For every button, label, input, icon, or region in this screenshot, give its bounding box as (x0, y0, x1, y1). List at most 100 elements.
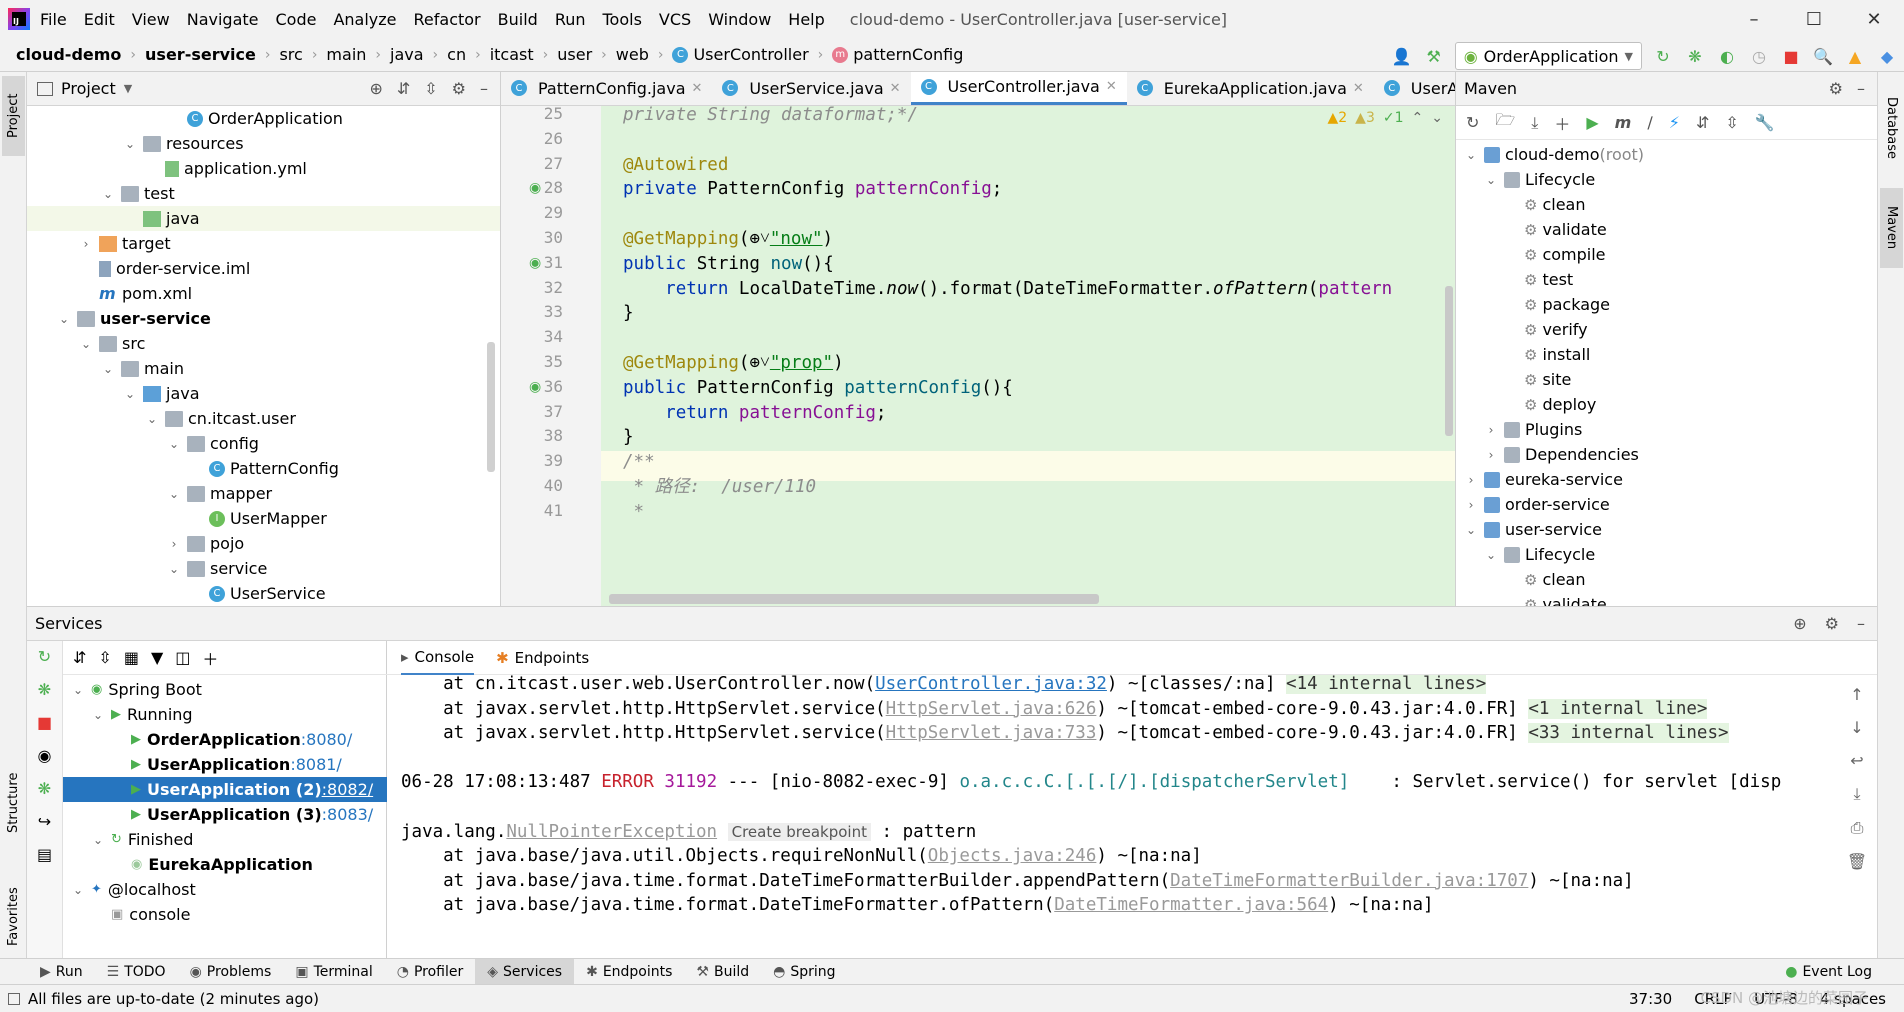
maven-tree-row[interactable]: › order-service (1456, 492, 1877, 517)
menu-run[interactable]: Run (555, 10, 586, 29)
minimize-button[interactable]: – (1724, 0, 1784, 38)
chevron-right-icon[interactable]: › (79, 237, 93, 251)
breadcrumb-item[interactable]: itcast (490, 45, 534, 64)
lightning-icon[interactable]: ⚡ (1669, 113, 1680, 132)
project-tree-row[interactable]: C UserService (27, 581, 500, 606)
bean-gutter-icon[interactable]: ◉ (529, 255, 541, 271)
maven-tree-row[interactable]: ⚙ package (1456, 292, 1877, 317)
close-tab-icon[interactable]: ✕ (692, 81, 703, 96)
maven-tree-row[interactable]: ⌄ Lifecycle (1456, 167, 1877, 192)
menu-code[interactable]: Code (276, 10, 317, 29)
bottom-tab-todo[interactable]: ☰ TODO (95, 959, 178, 985)
project-tree-row[interactable]: ⌄ resources (27, 131, 500, 156)
menu-help[interactable]: Help (788, 10, 824, 29)
hide-panel-icon[interactable]: – (1857, 614, 1865, 633)
exit-icon[interactable]: ↪ (38, 812, 51, 831)
menu-vcs[interactable]: VCS (659, 10, 691, 29)
services-tree-row[interactable]: ▣ console (63, 902, 387, 927)
build-hammer-icon[interactable]: ⚒ (1423, 45, 1445, 67)
debug-icon[interactable]: ❋ (1684, 45, 1706, 67)
chevron-down-icon[interactable]: ⌄ (71, 683, 85, 697)
chevron-down-icon[interactable]: ⌄ (91, 833, 105, 847)
chevron-down-icon[interactable]: ▼ (124, 82, 132, 95)
maven-goal-icon[interactable]: m (1615, 113, 1632, 132)
editor-tab[interactable]: C UserController.java ✕ (910, 72, 1127, 105)
maven-tree-row[interactable]: ⚙ compile (1456, 242, 1877, 267)
chevron-down-icon[interactable]: ⌄ (1464, 523, 1478, 537)
services-tree-row[interactable]: ▶ UserApplication:8081/ (63, 752, 387, 777)
maven-tree-row[interactable]: ⚙ install (1456, 342, 1877, 367)
breadcrumb-item[interactable]: UserController (693, 45, 808, 64)
project-tree-row[interactable]: order-service.iml (27, 256, 500, 281)
add-folder-icon[interactable]: 🗁 (1495, 109, 1515, 136)
project-tree-row[interactable]: C OrderApplication (27, 106, 500, 131)
menu-edit[interactable]: Edit (84, 10, 115, 29)
project-scrollbar[interactable] (487, 342, 495, 472)
debug-attach-icon[interactable]: ❋ (38, 779, 51, 798)
maven-tree-row[interactable]: › eureka-service (1456, 467, 1877, 492)
add-icon[interactable]: ＋ (202, 646, 218, 670)
chevron-down-icon[interactable]: ⌄ (123, 137, 137, 151)
project-tree-row[interactable]: ⌄ src (27, 331, 500, 356)
hide-panel-icon[interactable]: – (480, 79, 488, 98)
inspection-widget[interactable]: ▲2 ▲3 ✓1 ⌃ ⌄ (1327, 110, 1443, 126)
services-tree-row[interactable]: ◉ EurekaApplication (63, 852, 387, 877)
project-tree-row[interactable]: ⌄ config (27, 431, 500, 456)
new-tab-icon[interactable]: ◫ (175, 648, 190, 667)
services-tree-row[interactable]: ⌄ ◉ Spring Boot (63, 677, 387, 702)
bottom-tab-spring[interactable]: ◓ Spring (761, 959, 847, 985)
chevron-right-icon[interactable]: › (1464, 473, 1478, 487)
maven-tree-row[interactable]: ⚙ validate (1456, 592, 1877, 606)
project-tree-row[interactable]: C PatternConfig (27, 456, 500, 481)
expand-icon[interactable]: ⇵ (1696, 113, 1709, 132)
chevron-down-icon[interactable]: ⌄ (1431, 110, 1443, 126)
services-tree-row[interactable]: ▶ UserApplication (2):8082/ (63, 777, 387, 802)
layout-icon[interactable]: ▤ (37, 845, 52, 864)
bean-gutter-icon[interactable]: ◉ (529, 379, 541, 395)
breadcrumb-item[interactable]: patternConfig (853, 45, 963, 64)
rerun-icon[interactable]: ↻ (1652, 45, 1674, 67)
breadcrumb-item[interactable]: cn (447, 45, 466, 64)
chevron-up-icon[interactable]: ⌃ (1412, 110, 1424, 126)
soft-wrap-icon[interactable]: ↩ (1850, 751, 1863, 770)
wrench-icon[interactable]: 🔧 (1755, 113, 1775, 132)
expand-all-icon[interactable]: ⇵ (397, 79, 410, 98)
locate-icon[interactable]: ⊕ (369, 79, 382, 98)
project-tree-row[interactable]: ⌄ service (27, 556, 500, 581)
chevron-right-icon[interactable]: › (1484, 448, 1498, 462)
close-tab-icon[interactable]: ✕ (1106, 79, 1117, 94)
horizontal-scrollbar[interactable] (609, 594, 1099, 604)
stop-icon[interactable]: ■ (1780, 45, 1802, 67)
editor-tab[interactable]: C EurekaApplication.java ✕ (1127, 72, 1374, 105)
locate-icon[interactable]: ⊕ (1793, 614, 1806, 633)
chevron-down-icon[interactable]: ⌄ (1484, 548, 1498, 562)
chevron-down-icon[interactable]: ⌄ (101, 187, 115, 201)
vertical-scrollbar[interactable] (1445, 286, 1453, 436)
chevron-down-icon[interactable]: ⌄ (1484, 173, 1498, 187)
group-icon[interactable]: ▦ (124, 648, 139, 667)
debug-icon[interactable]: ❋ (38, 680, 51, 699)
code-area[interactable]: ▲2 ▲3 ✓1 ⌃ ⌄ private String dataformat;*… (601, 106, 1455, 606)
services-tree-row[interactable]: ⌄ ✦ @localhost (63, 877, 387, 902)
project-tree-row[interactable]: › target (27, 231, 500, 256)
reload-icon[interactable]: ↻ (1466, 113, 1479, 132)
arrow-down-icon[interactable]: ↓ (1850, 718, 1863, 737)
editor-tab[interactable]: C UserService.java ✕ (712, 72, 910, 105)
menu-build[interactable]: Build (498, 10, 538, 29)
service-port-link[interactable]: :8083/ (322, 805, 374, 824)
coverage-icon[interactable]: ◐ (1716, 45, 1738, 67)
chevron-down-icon[interactable]: ⌄ (167, 562, 181, 576)
camera-icon[interactable]: ◉ (38, 746, 52, 765)
run-icon[interactable]: ▶ (1586, 113, 1598, 132)
favorites-side-tab[interactable]: Favorites (2, 862, 25, 972)
maven-tree-row[interactable]: › Plugins (1456, 417, 1877, 442)
breadcrumb-item[interactable]: src (279, 45, 302, 64)
maximize-button[interactable]: ☐ (1784, 0, 1844, 38)
settings-gear-icon[interactable]: ⚙ (1825, 614, 1839, 633)
project-tree-row[interactable]: application.yml (27, 156, 500, 181)
menu-file[interactable]: File (40, 10, 67, 29)
editor-tab[interactable]: C UserApplic (1374, 72, 1455, 105)
maven-tree-row[interactable]: ⚙ site (1456, 367, 1877, 392)
project-tree-row[interactable]: I UserMapper (27, 506, 500, 531)
collapse-all-icon[interactable]: ⇳ (98, 648, 111, 667)
